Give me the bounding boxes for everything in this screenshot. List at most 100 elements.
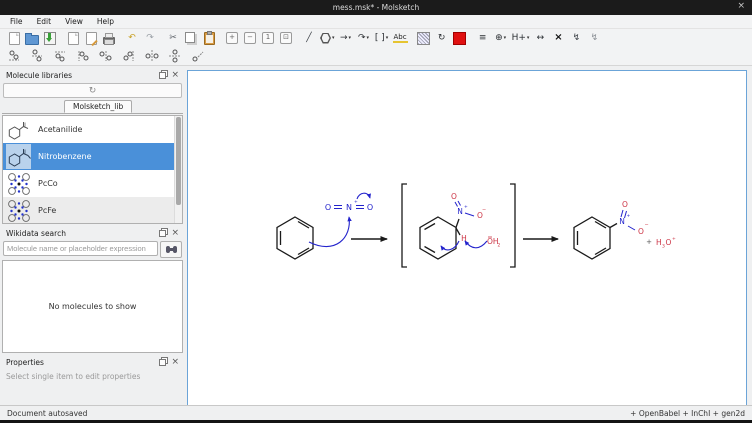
color-swatch-button[interactable] — [453, 31, 467, 46]
print-button[interactable] — [102, 31, 116, 46]
mechanism-arrow-dropdown-icon[interactable]: ▾ — [367, 36, 370, 41]
library-item-acetanilide[interactable]: Acetanilide — [3, 116, 182, 143]
zoom-out-button[interactable]: − — [243, 31, 257, 46]
selection-tool-button[interactable] — [417, 31, 431, 46]
insert-ring-button[interactable]: ▾ — [320, 31, 335, 46]
delete-tool-icon: × — [554, 33, 562, 43]
svg-text:2: 2 — [498, 243, 501, 249]
ion-hydronium[interactable]: H 3 O + — [656, 236, 676, 250]
open-file-button[interactable] — [25, 31, 39, 46]
mechanism-arrow-button[interactable]: ↷▾ — [357, 31, 371, 46]
zoom-fit-button[interactable]: ⊡ — [279, 31, 293, 46]
hydrogen-tool-dropdown-icon[interactable]: ▾ — [527, 36, 530, 41]
paste-button[interactable] — [202, 31, 216, 46]
align-vcenter-icon — [30, 49, 44, 63]
align-top-button[interactable] — [53, 49, 67, 64]
draw-bond-icon: ╱ — [306, 34, 311, 43]
molecule-libraries-title: Molecule libraries — [6, 71, 72, 80]
zoom-in-button[interactable]: + — [225, 31, 239, 46]
save-as-button[interactable] — [66, 31, 80, 46]
flip-vertical-button[interactable] — [168, 49, 182, 64]
insert-bracket-button[interactable]: [ ]▾ — [375, 31, 389, 46]
ion-nitronium[interactable]: O N + O — [325, 193, 373, 212]
align-vcenter-button[interactable] — [30, 49, 44, 64]
molecule-arenium-intermediate[interactable]: O N + O − H — [420, 192, 486, 259]
align-bottom-icon — [7, 49, 21, 63]
hydrogen-tool-icon: H+ — [512, 34, 526, 43]
decrease-charge-icon: ↯ — [591, 34, 599, 43]
svg-text:+: + — [354, 199, 358, 205]
dock-float-icon[interactable] — [159, 72, 166, 79]
dock-float-icon[interactable] — [159, 359, 166, 366]
connect-tool-icon: ↔ — [537, 34, 545, 43]
dock-close-icon[interactable]: × — [171, 229, 179, 238]
reaction-arrow-button[interactable]: →▾ — [339, 31, 353, 46]
cut-button[interactable]: ✂ — [166, 31, 180, 46]
menu-help[interactable]: Help — [90, 17, 121, 26]
align-right-button[interactable] — [122, 49, 136, 64]
menu-view[interactable]: View — [58, 17, 90, 26]
rotate-item-button[interactable] — [191, 49, 205, 64]
charge-tool-button[interactable]: ⊕▾ — [494, 31, 508, 46]
increase-charge-button[interactable]: ↯ — [569, 31, 583, 46]
align-hcenter-button[interactable] — [99, 49, 113, 64]
dock-close-icon[interactable]: × — [171, 71, 179, 80]
menu-edit[interactable]: Edit — [30, 17, 59, 26]
copy-button[interactable] — [184, 31, 198, 46]
wikidata-search-button[interactable] — [160, 241, 182, 258]
tab-molsketch-lib[interactable]: Molsketch_lib — [64, 100, 132, 113]
library-item-pcfe[interactable]: PcFe — [3, 197, 182, 224]
align-bottom-button[interactable] — [7, 49, 21, 64]
molecule-libraries-header: Molecule libraries × — [2, 69, 183, 82]
zoom-original-button[interactable]: 1 — [261, 31, 275, 46]
reaction-arrow-dropdown-icon[interactable]: ▾ — [349, 36, 352, 41]
undo-button[interactable]: ↶ — [125, 31, 139, 46]
flip-horizontal-button[interactable] — [145, 49, 159, 64]
connect-tool-button[interactable]: ↔ — [533, 31, 547, 46]
dock-float-icon[interactable] — [159, 230, 166, 237]
window-close-button[interactable]: × — [737, 1, 745, 11]
hydrogen-tool-button[interactable]: H+▾ — [512, 31, 530, 46]
molecule-water[interactable]: OH 2 — [465, 237, 501, 249]
refresh-libraries-button[interactable]: ↻ — [3, 83, 182, 98]
cut-icon: ✂ — [169, 34, 177, 43]
library-item-nitrobenzene[interactable]: Nitrobenzene — [3, 143, 182, 170]
svg-text:−: − — [482, 207, 486, 213]
line-width-button[interactable]: ≡ — [476, 31, 490, 46]
scrollbar-thumb[interactable] — [176, 117, 181, 205]
decrease-charge-button[interactable]: ↯ — [587, 31, 601, 46]
redo-button[interactable]: ↷ — [143, 31, 157, 46]
align-left-button[interactable] — [76, 49, 90, 64]
save-as-icon — [68, 32, 79, 45]
insert-bracket-dropdown-icon[interactable]: ▾ — [386, 36, 389, 41]
molecule-nitrobenzene-product[interactable]: O N + O − — [574, 200, 649, 259]
library-scrollbar[interactable] — [174, 116, 182, 223]
wikidata-search-input[interactable] — [3, 241, 158, 256]
molecule-benzene[interactable] — [277, 217, 313, 259]
main-toolbar: ↶↷✂+−1⊡╱▾→▾↷▾[ ]▾Abc↻≡⊕▾H+▾↔×↯↯ — [0, 29, 752, 48]
export-image-button[interactable] — [84, 31, 98, 46]
dock-close-icon[interactable]: × — [171, 358, 179, 367]
brackets[interactable] — [402, 184, 515, 267]
save-button[interactable] — [43, 31, 57, 46]
curved-arrow-attack[interactable] — [309, 217, 349, 247]
drawing-canvas[interactable]: O N + O — [187, 70, 747, 408]
insert-ring-dropdown-icon[interactable]: ▾ — [332, 36, 335, 41]
menu-file[interactable]: File — [3, 17, 30, 26]
flip-vertical-icon — [168, 49, 182, 63]
paste-icon — [204, 32, 215, 45]
new-document-button[interactable] — [7, 31, 21, 46]
zoom-in-icon: + — [226, 32, 238, 44]
delete-tool-button[interactable]: × — [551, 31, 565, 46]
draw-bond-button[interactable]: ╱ — [302, 31, 316, 46]
text-tool-button[interactable]: Abc — [393, 31, 408, 46]
svg-text:O: O — [367, 203, 373, 212]
rotate-tool-button[interactable]: ↻ — [435, 31, 449, 46]
library-tabbar: Molsketch_lib — [2, 100, 183, 114]
refresh-icon: ↻ — [89, 86, 97, 96]
copy-icon — [185, 32, 195, 43]
charge-tool-dropdown-icon[interactable]: ▾ — [504, 36, 507, 41]
selection-tool-icon — [417, 32, 430, 45]
zoom-original-icon: 1 — [262, 32, 274, 44]
library-item-pcco[interactable]: PcCo — [3, 170, 182, 197]
